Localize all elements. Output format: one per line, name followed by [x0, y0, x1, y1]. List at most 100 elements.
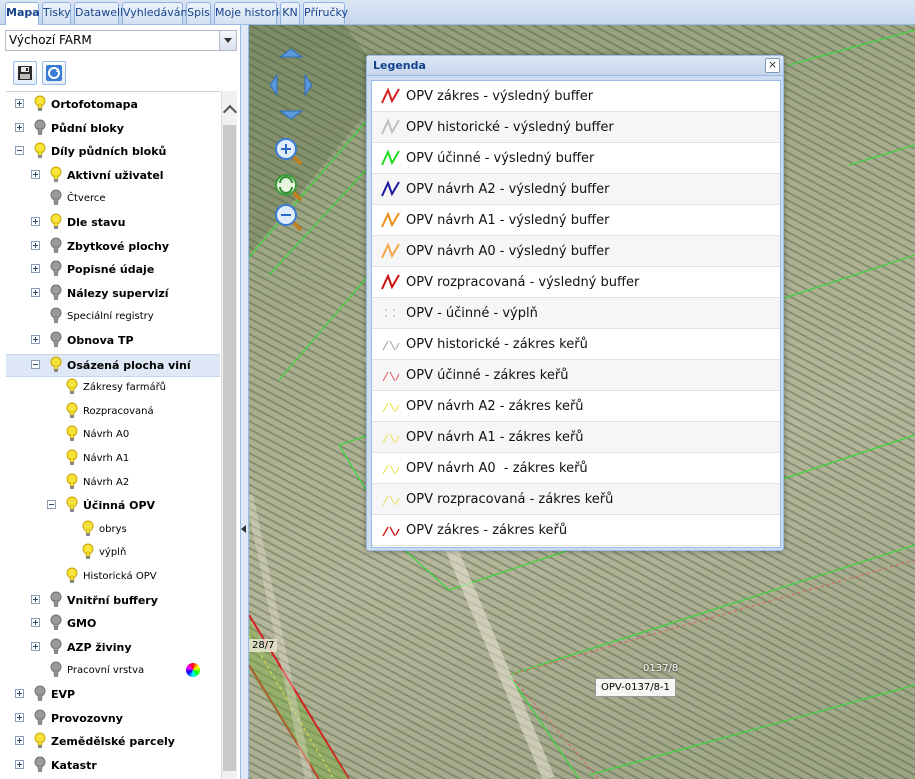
tree-node[interactable]: Nálezy supervizí: [6, 283, 220, 306]
tab-datawell[interactable]: Datawell: [74, 2, 123, 24]
lightbulb-on-icon[interactable]: [50, 356, 62, 373]
tree-node[interactable]: Obnova TP: [6, 330, 220, 353]
lightbulb-on-icon[interactable]: [66, 473, 78, 490]
pan-control[interactable]: [267, 45, 317, 125]
lightbulb-on-icon[interactable]: [50, 213, 62, 230]
tree-node[interactable]: Vnitřní buffery: [6, 590, 220, 613]
tab-vyhledávání[interactable]: Vyhledávání: [122, 2, 191, 24]
expand-icon[interactable]: [31, 594, 40, 604]
lightbulb-off-icon[interactable]: [50, 331, 62, 348]
color-picker-icon[interactable]: [186, 663, 200, 678]
tree-node[interactable]: Aktivní uživatel: [6, 165, 220, 188]
panel-splitter[interactable]: [241, 25, 249, 779]
tree-node[interactable]: Díly půdních bloků: [6, 141, 220, 164]
legend-header[interactable]: Legenda ×: [367, 56, 783, 76]
lightbulb-on-icon[interactable]: [66, 425, 78, 442]
collapse-icon[interactable]: [15, 146, 24, 156]
tree-node[interactable]: Návrh A1: [6, 448, 220, 471]
tree-node[interactable]: Návrh A2: [6, 472, 220, 495]
legend-window[interactable]: Legenda × OPV zákres - výsledný buffer OP…: [366, 55, 784, 551]
tree-node[interactable]: Zemědělské parcely: [6, 731, 220, 754]
lightbulb-on-icon[interactable]: [66, 496, 78, 513]
tab-tisky[interactable]: Tisky: [42, 2, 71, 24]
tree-node[interactable]: EVP: [6, 684, 220, 707]
tree-node[interactable]: Speciální registry: [6, 306, 220, 329]
collapse-icon[interactable]: [31, 359, 40, 369]
tree-node[interactable]: Účinná OPV: [6, 495, 220, 518]
tree-node[interactable]: Dle stavu: [6, 212, 220, 235]
lightbulb-on-icon[interactable]: [66, 378, 78, 395]
expand-icon[interactable]: [15, 736, 24, 746]
tree-node[interactable]: Historická OPV: [6, 566, 220, 589]
lightbulb-off-icon[interactable]: [50, 638, 62, 655]
lightbulb-on-icon[interactable]: [82, 520, 94, 537]
lightbulb-on-icon[interactable]: [82, 543, 94, 560]
tree-node[interactable]: obrys: [6, 519, 220, 542]
tree-node[interactable]: Zbytkové plochy: [6, 236, 220, 259]
tab-spis[interactable]: Spis: [186, 2, 211, 24]
expand-icon[interactable]: [15, 759, 24, 769]
tree-node[interactable]: Pracovní vrstva: [6, 660, 220, 683]
lightbulb-off-icon[interactable]: [50, 614, 62, 631]
lightbulb-off-icon[interactable]: [34, 709, 46, 726]
lightbulb-off-icon[interactable]: [50, 189, 62, 206]
save-button[interactable]: [13, 61, 37, 85]
lightbulb-on-icon[interactable]: [66, 567, 78, 584]
expand-icon[interactable]: [31, 264, 40, 274]
expand-icon[interactable]: [31, 217, 40, 226]
tree-node[interactable]: Ortofotomapa: [6, 94, 220, 117]
lightbulb-off-icon[interactable]: [50, 284, 62, 301]
expand-icon[interactable]: [15, 99, 24, 108]
tree-node[interactable]: Zákresy farmářů: [6, 377, 220, 400]
tab-příručky[interactable]: Příručky: [303, 2, 348, 24]
tree-node[interactable]: Rozpracovaná: [6, 401, 220, 424]
tree-node[interactable]: Čtverce: [6, 188, 220, 211]
tab-kn[interactable]: KN: [280, 2, 300, 24]
layer-profile-select[interactable]: Výchozí FARM: [5, 30, 237, 51]
lightbulb-on-icon[interactable]: [34, 142, 46, 159]
lightbulb-on-icon[interactable]: [66, 449, 78, 466]
scroll-thumb[interactable]: [223, 125, 236, 771]
expand-icon[interactable]: [15, 122, 24, 132]
refresh-button[interactable]: [42, 61, 66, 85]
tree-scrollbar[interactable]: [221, 91, 238, 779]
lightbulb-on-icon[interactable]: [66, 402, 78, 419]
lightbulb-off-icon[interactable]: [34, 119, 46, 136]
close-icon[interactable]: ×: [765, 58, 780, 73]
legend-item-label: OPV historické - výsledný buffer: [406, 120, 614, 135]
tree-node[interactable]: Návrh A0: [6, 424, 220, 447]
zoom-control[interactable]: [273, 135, 309, 235]
expand-icon[interactable]: [15, 689, 24, 698]
expand-icon[interactable]: [15, 712, 24, 722]
lightbulb-off-icon[interactable]: [50, 661, 62, 678]
collapse-arrow-icon[interactable]: [241, 525, 246, 533]
lightbulb-off-icon[interactable]: [50, 591, 62, 608]
tree-node[interactable]: Provozovny: [6, 708, 220, 731]
expand-icon[interactable]: [31, 618, 40, 628]
lightbulb-on-icon[interactable]: [34, 732, 46, 749]
lightbulb-off-icon[interactable]: [50, 237, 62, 254]
tree-node[interactable]: Půdní bloky: [6, 118, 220, 141]
tab-mapa[interactable]: Mapa: [5, 2, 40, 25]
expand-icon[interactable]: [31, 641, 40, 651]
tree-node[interactable]: AZP živiny: [6, 637, 220, 660]
expand-icon[interactable]: [31, 169, 40, 179]
expand-icon[interactable]: [31, 287, 40, 297]
lightbulb-off-icon[interactable]: [50, 307, 62, 324]
tree-node[interactable]: Osázená plocha viní: [6, 353, 220, 377]
tree-node[interactable]: Popisné údaje: [6, 259, 220, 282]
lightbulb-off-icon[interactable]: [34, 756, 46, 773]
lightbulb-off-icon[interactable]: [34, 685, 46, 702]
scroll-up-icon[interactable]: [222, 104, 238, 120]
expand-icon[interactable]: [31, 240, 40, 250]
lightbulb-on-icon[interactable]: [34, 95, 46, 112]
expand-icon[interactable]: [31, 335, 40, 344]
lightbulb-on-icon[interactable]: [50, 166, 62, 183]
tree-node[interactable]: Katastr: [6, 755, 220, 778]
tree-node[interactable]: výplň: [6, 542, 220, 565]
collapse-icon[interactable]: [47, 500, 56, 510]
tab-moje-historie[interactable]: Moje historie: [214, 2, 286, 24]
chevron-down-icon[interactable]: [219, 31, 236, 50]
tree-node[interactable]: GMO: [6, 613, 220, 636]
lightbulb-off-icon[interactable]: [50, 260, 62, 277]
